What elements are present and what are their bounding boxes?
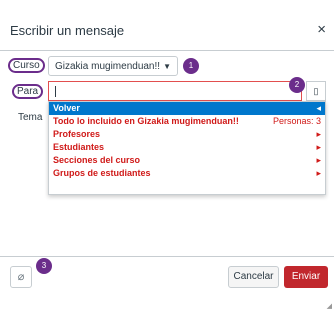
- dropdown-back-label: Volver: [53, 103, 80, 113]
- cancel-button[interactable]: Cancelar: [228, 266, 279, 288]
- subject-label: Tema: [18, 112, 43, 123]
- dropdown-item-label: Estudiantes: [53, 142, 105, 152]
- recipient-dropdown: Volver ◂ Todo lo incluido en Gizakia mug…: [48, 101, 326, 195]
- dropdown-item-teachers[interactable]: Profesores ▸: [49, 128, 325, 141]
- course-step-badge: 1: [183, 58, 199, 74]
- resize-handle-icon[interactable]: ◢: [327, 302, 332, 310]
- footer-divider: [0, 256, 334, 257]
- attachment-button[interactable]: ⌀: [10, 266, 32, 288]
- dropdown-item-students[interactable]: Estudiantes ▸: [49, 141, 325, 154]
- dialog-header: Escribir un mensaje ×: [0, 0, 334, 51]
- course-label: Curso: [8, 58, 45, 73]
- dropdown-item-sections[interactable]: Secciones del curso ▸: [49, 154, 325, 167]
- chevron-right-icon: ▸: [316, 129, 321, 139]
- recipients-input[interactable]: [48, 81, 302, 101]
- chevron-right-icon: ▸: [316, 142, 321, 152]
- chevron-right-icon: ▸: [316, 168, 321, 178]
- paperclip-icon: ⌀: [17, 271, 25, 283]
- recipients-step-badge: 2: [289, 77, 305, 93]
- dropdown-item-student-groups[interactable]: Grupos de estudiantes ▸: [49, 167, 325, 180]
- dropdown-item-label: Secciones del curso: [53, 155, 141, 165]
- course-select[interactable]: Gizakia mugimenduan!! ▼: [48, 56, 178, 76]
- compose-message-dialog: Escribir un mensaje × Curso Gizakia mugi…: [0, 0, 334, 312]
- dropdown-item-label: Profesores: [53, 129, 101, 139]
- address-book-icon[interactable]: ▯: [306, 81, 326, 101]
- send-button[interactable]: Enviar: [284, 266, 328, 288]
- attachment-step-badge: 3: [36, 258, 52, 274]
- close-icon[interactable]: ×: [317, 21, 326, 38]
- chevron-down-icon: ▼: [163, 62, 171, 71]
- course-select-value: Gizakia mugimenduan!!: [55, 61, 161, 72]
- dropdown-item-label: Todo lo incluido en Gizakia mugimenduan!…: [53, 116, 239, 126]
- text-cursor: [55, 86, 56, 97]
- chevron-right-icon: ▸: [316, 155, 321, 165]
- back-arrow-icon: ◂: [316, 103, 321, 113]
- dropdown-item-label: Grupos de estudiantes: [53, 168, 151, 178]
- people-count: Personas: 3: [272, 116, 321, 126]
- dropdown-item-all[interactable]: Todo lo incluido en Gizakia mugimenduan!…: [49, 115, 325, 128]
- dropdown-back-item[interactable]: Volver ◂: [49, 102, 325, 115]
- dialog-title: Escribir un mensaje: [10, 23, 125, 38]
- to-label: Para: [12, 84, 44, 99]
